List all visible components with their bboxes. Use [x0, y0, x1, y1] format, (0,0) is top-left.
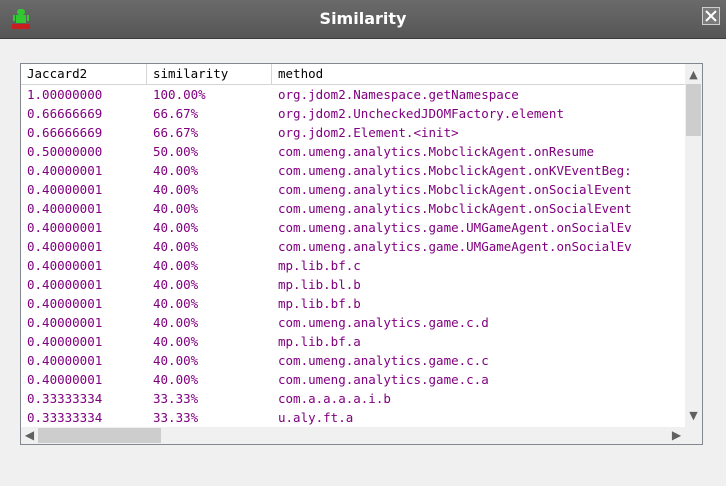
horizontal-scrollbar[interactable]: ◀ ▶ — [21, 427, 685, 444]
jaccard2-cell: 0.33333334 — [27, 391, 103, 406]
scroll-down-icon[interactable]: ▼ — [685, 407, 702, 424]
method-cell: com.umeng.analytics.game.c.c — [278, 353, 489, 368]
horizontal-scroll-thumb[interactable] — [38, 428, 161, 443]
list-rows: 1.00000000 100.00% org.jdom2.Namespace.get… — [21, 85, 685, 425]
table-row[interactable]: 0.40000001 40.00% com.umeng.analytics.game… — [21, 218, 685, 237]
table-row[interactable]: 0.50000000 50.00% com.umeng.analytics.Mobc… — [21, 142, 685, 161]
method-cell: mp.lib.bf.a — [278, 334, 361, 349]
close-icon — [705, 10, 717, 22]
method-cell: mp.lib.bl.b — [278, 277, 361, 292]
jaccard2-cell: 0.40000001 — [27, 334, 103, 349]
scroll-up-icon[interactable]: ▲ — [685, 66, 702, 83]
method-cell: org.jdom2.UncheckedJDOMFactory.element — [278, 106, 564, 121]
similarity-cell: 40.00% — [153, 315, 199, 330]
method-cell: mp.lib.bf.c — [278, 258, 361, 273]
method-cell: org.jdom2.Element.<init> — [278, 125, 459, 140]
method-cell: com.umeng.analytics.MobclickAgent.onSoci… — [278, 182, 632, 197]
table-row[interactable]: 0.33333334 33.33% u.aly.ft.a — [21, 408, 685, 425]
table-row[interactable]: 0.40000001 40.00% com.umeng.analytics.game… — [21, 370, 685, 389]
column-header-similarity[interactable]: similarity — [147, 64, 272, 84]
jaccard2-cell: 0.40000001 — [27, 201, 103, 216]
method-cell: com.umeng.analytics.MobclickAgent.onResu… — [278, 144, 595, 159]
method-cell: com.umeng.analytics.game.UMGameAgent.onS… — [278, 239, 632, 254]
vertical-scroll-thumb[interactable] — [686, 84, 701, 136]
similarity-cell: 40.00% — [153, 296, 199, 311]
jaccard2-cell: 0.40000001 — [27, 258, 103, 273]
jaccard2-cell: 0.40000001 — [27, 353, 103, 368]
similarity-cell: 40.00% — [153, 372, 199, 387]
scrollbar-corner — [685, 427, 702, 444]
method-cell: com.umeng.analytics.game.c.d — [278, 315, 489, 330]
jaccard2-cell: 0.33333334 — [27, 410, 103, 425]
method-cell: mp.lib.bf.b — [278, 296, 361, 311]
list-header: Jaccard2 similarity method — [21, 64, 685, 85]
table-row[interactable]: 0.66666669 66.67% org.jdom2.UncheckedJDOMF… — [21, 104, 685, 123]
similarity-cell: 40.00% — [153, 353, 199, 368]
title-bar: Similarity — [0, 0, 726, 39]
similarity-cell: 66.67% — [153, 106, 199, 121]
jaccard2-cell: 0.40000001 — [27, 315, 103, 330]
table-row[interactable]: 0.40000001 40.00% mp.lib.bl.b — [21, 275, 685, 294]
table-row[interactable]: 0.40000001 40.00% com.umeng.analytics.Mobc… — [21, 180, 685, 199]
similarity-cell: 40.00% — [153, 258, 199, 273]
table-row[interactable]: 0.40000001 40.00% com.umeng.analytics.game… — [21, 313, 685, 332]
vertical-scrollbar[interactable]: ▲ ▼ — [685, 64, 702, 427]
table-row[interactable]: 0.40000001 40.00% com.umeng.analytics.game… — [21, 237, 685, 256]
jaccard2-cell: 0.40000001 — [27, 239, 103, 254]
method-cell: com.umeng.analytics.game.UMGameAgent.onS… — [278, 220, 632, 235]
method-cell: com.a.a.a.a.i.b — [278, 391, 391, 406]
similarity-cell: 40.00% — [153, 201, 199, 216]
similarity-cell: 40.00% — [153, 334, 199, 349]
jaccard2-cell: 0.40000001 — [27, 220, 103, 235]
similarity-cell: 40.00% — [153, 182, 199, 197]
similarity-cell: 40.00% — [153, 239, 199, 254]
table-row[interactable]: 0.40000001 40.00% com.umeng.analytics.Mobc… — [21, 161, 685, 180]
table-row[interactable]: 0.40000001 40.00% mp.lib.bf.a — [21, 332, 685, 351]
jaccard2-cell: 0.40000001 — [27, 163, 103, 178]
method-cell: org.jdom2.Namespace.getNamespace — [278, 87, 519, 102]
table-row[interactable]: 0.40000001 40.00% com.umeng.analytics.Mobc… — [21, 199, 685, 218]
jaccard2-cell: 0.40000001 — [27, 182, 103, 197]
window-title: Similarity — [319, 9, 407, 28]
jaccard2-cell: 0.66666669 — [27, 106, 103, 121]
scroll-left-icon[interactable]: ◀ — [21, 427, 38, 444]
jaccard2-cell: 0.66666669 — [27, 125, 103, 140]
similarity-cell: 40.00% — [153, 277, 199, 292]
table-row[interactable]: 0.40000001 40.00% com.umeng.analytics.game… — [21, 351, 685, 370]
similarity-cell: 100.00% — [153, 87, 206, 102]
similarity-cell: 50.00% — [153, 144, 199, 159]
table-row[interactable]: 0.40000001 40.00% mp.lib.bf.b — [21, 294, 685, 313]
method-cell: com.umeng.analytics.MobclickAgent.onKVEv… — [278, 163, 632, 178]
jaccard2-cell: 0.40000001 — [27, 277, 103, 292]
similarity-cell: 33.33% — [153, 410, 199, 425]
method-cell: com.umeng.analytics.MobclickAgent.onSoci… — [278, 201, 632, 216]
jaccard2-cell: 1.00000000 — [27, 87, 103, 102]
close-button[interactable] — [702, 7, 720, 25]
similarity-list[interactable]: Jaccard2 similarity method 1.00000000 100… — [20, 63, 703, 445]
jaccard2-cell: 0.40000001 — [27, 372, 103, 387]
table-row[interactable]: 0.33333334 33.33% com.a.a.a.a.i.b — [21, 389, 685, 408]
table-row[interactable]: 1.00000000 100.00% org.jdom2.Namespace.get… — [21, 85, 685, 104]
table-row[interactable]: 0.40000001 40.00% mp.lib.bf.c — [21, 256, 685, 275]
jaccard2-cell: 0.40000001 — [27, 296, 103, 311]
similarity-cell: 33.33% — [153, 391, 199, 406]
table-row[interactable]: 0.66666669 66.67% org.jdom2.Element.<init> — [21, 123, 685, 142]
similarity-cell: 66.67% — [153, 125, 199, 140]
jaccard2-cell: 0.50000000 — [27, 144, 103, 159]
scroll-right-icon[interactable]: ▶ — [668, 427, 685, 444]
method-cell: com.umeng.analytics.game.c.a — [278, 372, 489, 387]
column-header-jaccard2[interactable]: Jaccard2 — [21, 64, 147, 84]
similarity-cell: 40.00% — [153, 220, 199, 235]
similarity-cell: 40.00% — [153, 163, 199, 178]
column-header-method[interactable]: method — [272, 64, 685, 84]
method-cell: u.aly.ft.a — [278, 410, 354, 425]
